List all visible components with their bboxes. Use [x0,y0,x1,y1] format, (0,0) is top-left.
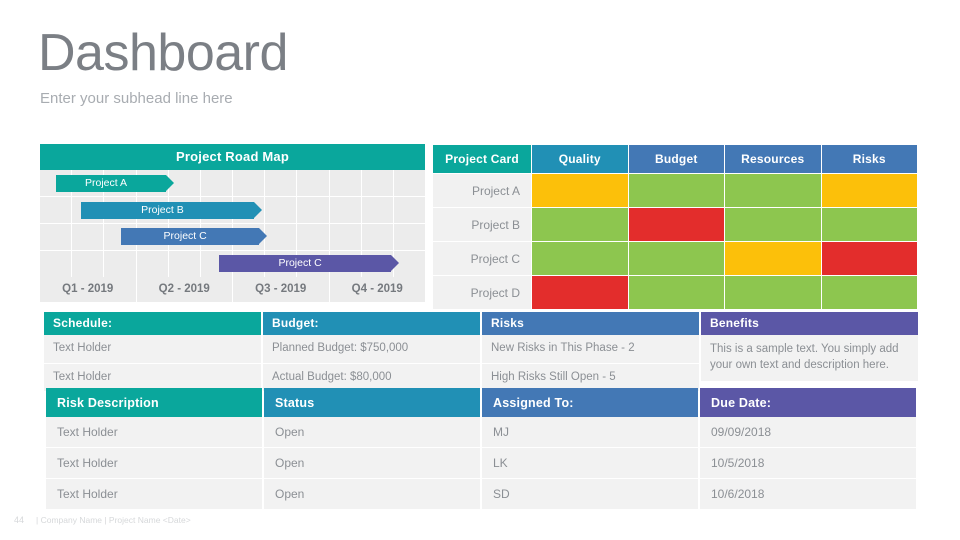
budget-header: Budget: [263,312,480,335]
project-card-column-header[interactable]: Quality [532,145,628,173]
road-map-bar[interactable]: Project A [56,174,174,192]
risk-table-header-row: Risk Description Status Assigned To: Due Da… [46,388,916,417]
status-cell[interactable] [532,276,628,309]
road-map-chart-area: Project A Project B Project C Project C [40,170,425,277]
schedule-panel: Schedule: Text Holder Text Holder [44,312,261,392]
table-row: Project B [433,208,917,241]
project-card-column-header[interactable]: Resources [725,145,821,173]
risk-table-column-header[interactable]: Assigned To: [482,388,698,417]
risk-table-cell: MJ [482,417,698,448]
status-cell[interactable] [628,276,724,309]
risk-table-cell: 10/5/2018 [700,448,916,479]
risk-table-cell: Open [264,448,480,479]
project-card-column-header[interactable]: Budget [628,145,724,173]
project-card-table: Project Card Quality Budget Resources Risks … [432,144,918,310]
budget-row: Actual Budget: $80,000 [263,363,480,392]
risk-table-cell: Text Holder [46,417,262,448]
risk-table-cell: Text Holder [46,448,262,479]
schedule-row: Text Holder [44,363,261,392]
table-row: Text Holder Open MJ 09/09/2018 [46,417,916,448]
risk-table-column-header[interactable]: Risk Description [46,388,262,417]
road-map-quarter-label: Q1 - 2019 [40,277,137,302]
project-card-header-row: Project Card Quality Budget Resources Risks [433,145,917,173]
status-cell[interactable] [821,276,917,309]
table-row: Project A [433,174,917,207]
budget-panel: Budget: Planned Budget: $750,000 Actual … [263,312,480,392]
benefits-panel: Benefits This is a sample text. You simp… [701,312,918,391]
status-cell[interactable] [628,242,724,275]
road-map-bar[interactable]: Project C [219,255,400,273]
road-map-bar-label: Project C [278,257,322,270]
project-card-row-label: Project D [433,276,531,309]
schedule-header: Schedule: [44,312,261,335]
risk-table-cell: 09/09/2018 [700,417,916,448]
road-map-quarter-label: Q3 - 2019 [233,277,330,302]
status-cell[interactable] [725,174,821,207]
footer-text: | Company Name | Project Name <Date> [36,515,191,525]
benefits-header: Benefits [701,312,918,335]
risks-panel: Risks New Risks in This Phase - 2 High R… [482,312,699,392]
risk-table-cell: Text Holder [46,479,262,510]
status-cell[interactable] [628,174,724,207]
road-map-bar[interactable]: Project C [120,228,268,246]
slide-footer: 44 | Company Name | Project Name <Date> [14,515,191,525]
project-card-column-header[interactable]: Project Card [433,145,531,173]
status-cell[interactable] [725,242,821,275]
budget-row: Planned Budget: $750,000 [263,335,480,364]
road-map-bar-label: Project C [163,230,207,243]
status-cell[interactable] [628,208,724,241]
road-map-bar-label: Project B [141,203,184,216]
risks-row: High Risks Still Open - 5 [482,363,699,392]
risk-table-cell: Open [264,417,480,448]
table-row: Text Holder Open LK 10/5/2018 [46,448,916,479]
status-cell[interactable] [725,208,821,241]
road-map-bar-label: Project A [85,176,128,189]
risk-table-cell: SD [482,479,698,510]
road-map-axis: Q1 - 2019 Q2 - 2019 Q3 - 2019 Q4 - 2019 [40,277,425,302]
status-cell[interactable] [821,242,917,275]
table-row: Text Holder Open SD 10/6/2018 [46,479,916,510]
benefits-body: This is a sample text. You simply add yo… [701,335,918,382]
road-map-title: Project Road Map [40,144,425,170]
summary-strip: Schedule: Text Holder Text Holder Budget… [44,312,918,392]
table-row: Project D [433,276,917,309]
risks-row: New Risks in This Phase - 2 [482,335,699,364]
project-road-map: Project Road Map Project A Project B Proje… [40,144,425,302]
table-row: Project C [433,242,917,275]
status-cell[interactable] [532,174,628,207]
status-cell[interactable] [725,276,821,309]
status-cell[interactable] [532,208,628,241]
page-subtitle: Enter your subhead line here [40,90,233,107]
schedule-row: Text Holder [44,335,261,364]
project-card-column-header[interactable]: Risks [821,145,917,173]
page-title: Dashboard [38,24,288,82]
road-map-quarter-label: Q2 - 2019 [137,277,233,302]
risk-description-table: Risk Description Status Assigned To: Due Da… [44,388,918,510]
risk-table-column-header[interactable]: Status [264,388,480,417]
road-map-bar[interactable]: Project B [80,201,263,219]
risks-header: Risks [482,312,699,335]
road-map-quarter-label: Q4 - 2019 [351,283,403,295]
risk-table-cell: Open [264,479,480,510]
status-cell[interactable] [532,242,628,275]
page-number: 44 [14,515,25,525]
project-card-row-label: Project A [433,174,531,207]
risk-table-cell: 10/6/2018 [700,479,916,510]
status-cell[interactable] [821,174,917,207]
risk-table-column-header[interactable]: Due Date: [700,388,916,417]
project-card-row-label: Project B [433,208,531,241]
status-cell[interactable] [821,208,917,241]
project-card-row-label: Project C [433,242,531,275]
risk-table-cell: LK [482,448,698,479]
